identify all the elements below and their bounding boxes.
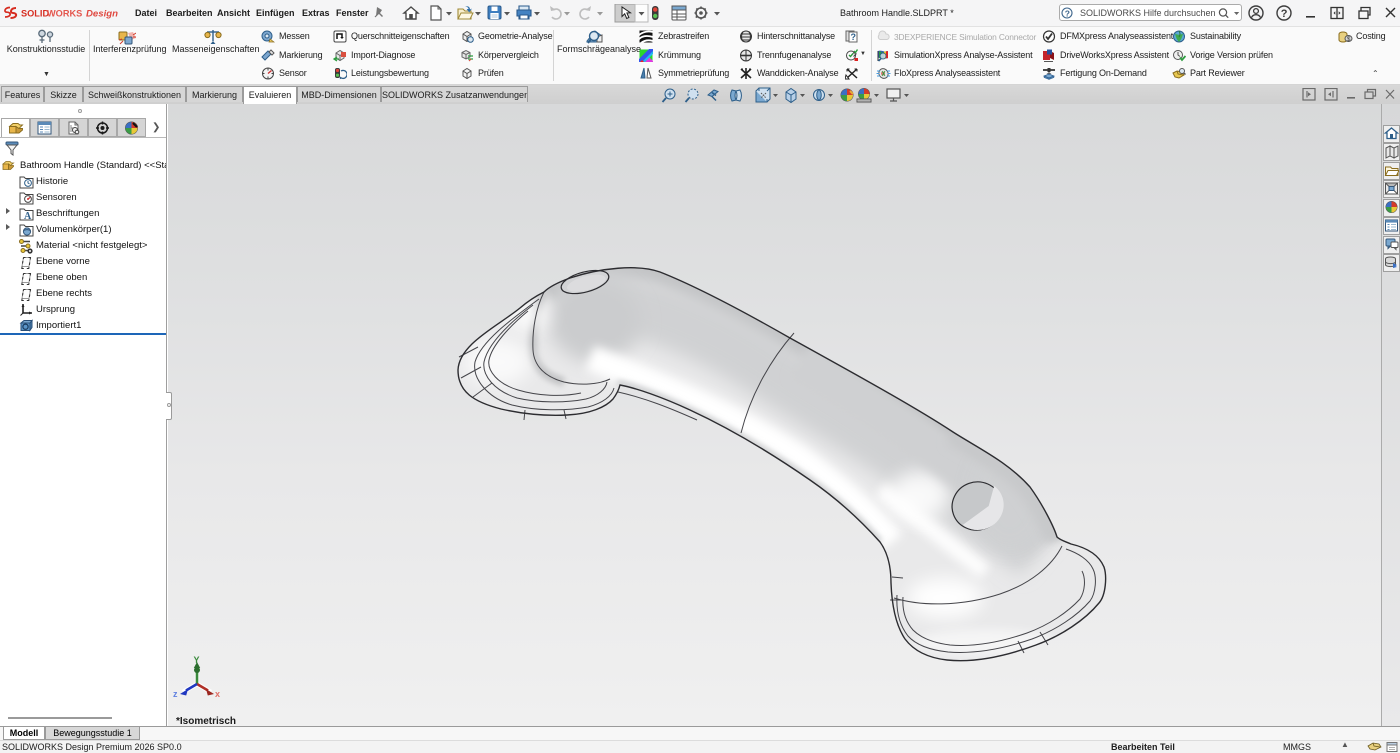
svg-text:WORKS: WORKS bbox=[47, 9, 82, 19]
svg-text:?: ? bbox=[1281, 8, 1288, 20]
svg-text:?: ? bbox=[851, 32, 857, 42]
svg-text:Design: Design bbox=[86, 9, 118, 20]
svg-text:SOLID: SOLID bbox=[21, 9, 49, 19]
svg-text:z: z bbox=[173, 689, 178, 699]
svg-text:Y: Y bbox=[194, 655, 200, 665]
svg-text:A: A bbox=[24, 211, 32, 222]
svg-text:?: ? bbox=[1065, 8, 1070, 18]
svg-text:x: x bbox=[215, 689, 220, 699]
svg-text:*Isometrisch: *Isometrisch bbox=[176, 716, 236, 726]
